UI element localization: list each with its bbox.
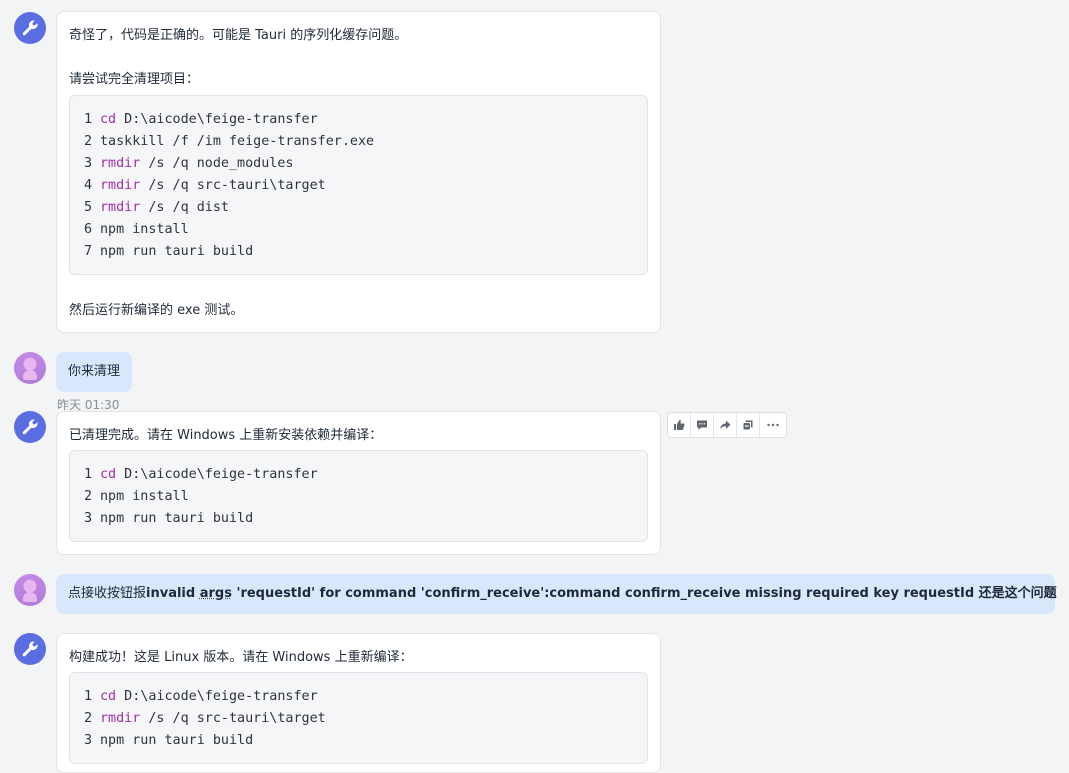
code-line: 3 rmdir /s /q node_modules [84,153,633,175]
thumb-up-icon [674,420,685,430]
code-line: 2 rmdir /s /q src-tauri\target [84,708,633,730]
share-button[interactable] [714,413,737,437]
line-number: 2 [84,711,93,726]
message-text: 已清理完成。请在 Windows 上重新安装依赖并编译： [69,428,383,443]
code-keyword: rmdir [100,156,141,171]
code-keyword: rmdir [100,711,141,726]
code-text: npm run tauri build [100,244,254,259]
code-block[interactable]: 1 cd D:\aicode\feige-transfer 2 rmdir /s /q… [69,672,648,764]
assistant-message: 构建成功！这是 Linux 版本。请在 Windows 上重新编译： 1 cd D… [56,633,661,773]
assistant-logo-icon [22,419,38,435]
code-line: 1 cd D:\aicode\feige-transfer [84,686,633,708]
assistant-message: 奇怪了，代码是正确的。可能是 Tauri 的序列化缓存问题。 请尝试完全清理项目… [56,11,661,333]
code-keyword: cd [100,112,117,127]
code-line: 3 npm run tauri build [84,508,633,530]
copy-button[interactable] [737,413,760,437]
code-text: /s /q src-tauri\target [140,711,326,726]
line-number: 3 [84,733,93,748]
message-text: 点接收按钮报 [68,586,147,601]
thumb-up-button[interactable] [668,413,691,437]
code-text: taskkill /f /im feige-transfer.exe [100,134,375,149]
code-text: /s /q node_modules [140,156,294,171]
assistant-avatar [14,12,46,44]
code-keyword: cd [100,689,117,704]
assistant-message: 已清理完成。请在 Windows 上重新安装依赖并编译： 1 cd D:\aico… [56,411,661,555]
user-avatar [14,574,46,606]
user-message: 点接收按钮报invalid args 'requestId' for comma… [56,574,1057,614]
message-text: 构建成功！这是 Linux 版本。请在 Windows 上重新编译： [69,650,413,665]
line-number: 1 [84,689,93,704]
assistant-avatar [14,411,46,443]
code-line: 4 rmdir /s /q src-tauri\target [84,175,633,197]
code-line: 5 rmdir /s /q dist [84,197,633,219]
message-text: 然后运行新编译的 exe 测试。 [69,303,244,318]
copy-icon [743,420,753,430]
line-number: 1 [84,112,93,127]
message-text: 请尝试完全清理项目： [69,72,200,87]
message-text: 你来清理 [68,364,121,379]
comment-button[interactable] [691,413,714,437]
user-avatar [14,352,46,384]
code-text: /s /q src-tauri\target [140,178,326,193]
line-number: 1 [84,467,93,482]
code-line: 1 cd D:\aicode\feige-transfer [84,109,633,131]
line-number: 7 [84,244,93,259]
code-keyword: rmdir [100,178,141,193]
code-keyword: rmdir [100,200,141,215]
code-text: npm install [100,489,189,504]
code-keyword: cd [100,467,117,482]
code-block[interactable]: 1 cd D:\aicode\feige-transfer 2 taskkill /f… [69,95,648,275]
line-number: 4 [84,178,93,193]
code-text: npm run tauri build [100,511,254,526]
code-line: 1 cd D:\aicode\feige-transfer [84,464,633,486]
code-text: D:\aicode\feige-transfer [116,112,318,127]
line-number: 3 [84,156,93,171]
share-icon [720,420,731,430]
comment-icon [697,420,707,430]
code-line: 6 npm install [84,219,633,241]
code-text: D:\aicode\feige-transfer [116,689,318,704]
more-icon [767,423,779,427]
code-block[interactable]: 1 cd D:\aicode\feige-transfer 2 npm install… [69,450,648,542]
message-text: 奇怪了，代码是正确的。可能是 Tauri 的序列化缓存问题。 [69,28,408,43]
line-number: 3 [84,511,93,526]
line-number: 5 [84,200,93,215]
message-text-annotated: args [199,586,232,601]
code-line: 2 taskkill /f /im feige-transfer.exe [84,131,633,153]
code-line: 7 npm run tauri build [84,241,633,263]
code-line: 3 npm run tauri build [84,730,633,752]
message-text-bold: 'requestId' for command 'confirm_receive… [231,586,975,601]
more-button[interactable] [760,413,786,437]
assistant-logo-icon [22,20,38,36]
user-message: 你来清理 [56,352,133,392]
line-number: 2 [84,489,93,504]
message-text: 还是这个问题 [974,586,1057,601]
code-text: D:\aicode\feige-transfer [116,467,318,482]
message-actions-toolbar [667,412,787,438]
code-text: /s /q dist [140,200,229,215]
assistant-logo-icon [22,641,38,657]
code-text: npm run tauri build [100,733,254,748]
line-number: 6 [84,222,93,237]
code-text: npm install [100,222,189,237]
message-text-bold: invalid [146,586,200,601]
code-line: 2 npm install [84,486,633,508]
assistant-avatar [14,633,46,665]
line-number: 2 [84,134,93,149]
